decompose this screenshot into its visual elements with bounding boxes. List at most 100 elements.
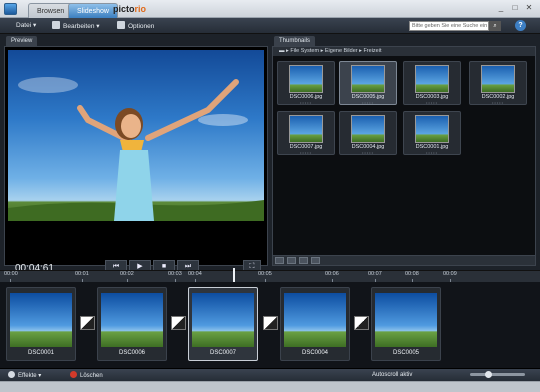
rating-dots: •••••	[425, 100, 438, 105]
tick-label: 00:06	[325, 271, 339, 277]
tick-label: 00:08	[405, 271, 419, 277]
pencil-icon	[52, 21, 60, 29]
thumbnail-item[interactable]: DSC0002.jpg •••••	[469, 61, 527, 105]
clip-label: DSC0001	[27, 350, 54, 356]
rating-dots: •••••	[491, 100, 504, 105]
clip-image	[192, 293, 254, 347]
brand-name: picto	[113, 4, 135, 14]
delete-icon	[70, 371, 77, 378]
effekte-label: Effekte	[18, 373, 37, 379]
breadcrumb-item[interactable]: Freizeit	[363, 48, 381, 54]
thumbnail-item[interactable]: DSC0004.jpg •••••	[339, 111, 397, 155]
status-bar	[0, 381, 540, 392]
tick-label: 00:09	[443, 271, 457, 277]
loeschen-label: Löschen	[80, 373, 103, 379]
rating-dots: •••••	[361, 150, 374, 155]
title-bar: Browsen Slideshow pictorio _ □ ✕	[0, 0, 540, 18]
app-icon	[4, 3, 17, 15]
close-icon[interactable]: ✕	[524, 3, 534, 13]
thumbnail-item[interactable]: DSC0001.jpg •••••	[403, 111, 461, 155]
autoscroll-toggle[interactable]: Autoscroll aktiv	[372, 371, 412, 380]
bottom-bar: Effekte ▾ Löschen Autoscroll aktiv	[0, 368, 540, 381]
transition-icon[interactable]	[171, 316, 186, 330]
effects-icon	[8, 371, 15, 378]
menu-optionen[interactable]: Optionen	[117, 21, 154, 32]
timeline-clip[interactable]: DSC0001	[6, 287, 76, 361]
tick-label: 00:07	[368, 271, 382, 277]
brand-logo: pictorio	[113, 4, 146, 14]
tick-label: 00:00	[4, 271, 18, 277]
rating-dots: •••••	[299, 150, 312, 155]
thumbnails-tab[interactable]: Thumbnails	[274, 36, 316, 46]
view-list-icon[interactable]	[287, 257, 296, 264]
settings-icon	[117, 21, 125, 29]
clip-label: DSC0004	[301, 350, 328, 356]
loeschen-button[interactable]: Löschen	[70, 371, 103, 381]
tick-label: 00:01	[75, 271, 89, 277]
tick-label: 00:04	[188, 271, 202, 277]
thumbnail-item[interactable]: DSC0006.jpg •••••	[277, 61, 335, 105]
rating-dots: •••••	[299, 100, 312, 105]
clip-image	[101, 293, 163, 347]
tick-label: 00:02	[120, 271, 134, 277]
timeline-clip[interactable]: DSC0005	[371, 287, 441, 361]
search-input[interactable]: Bitte geben Sie eine Suche ein	[409, 21, 489, 31]
thumbnail-image	[481, 65, 515, 93]
thumbnail-image	[351, 115, 385, 143]
timeline-clip[interactable]: DSC0006	[97, 287, 167, 361]
view-large-icon[interactable]	[311, 257, 320, 264]
menu-datei[interactable]: Datei ▾	[16, 21, 36, 31]
rating-dots: •••••	[425, 150, 438, 155]
brand-suffix: rio	[134, 4, 147, 14]
preview-panel: 00:04:61 ⏮ ▶ ■ ⏭ ⛶	[4, 46, 268, 274]
tab-slideshow[interactable]: Slideshow	[68, 3, 118, 18]
view-grid-icon[interactable]	[275, 257, 284, 264]
timeline-ruler[interactable]: 00:00 00:01 00:02 00:03 00:04 00:05 00:0…	[0, 270, 540, 283]
clip-image	[284, 293, 346, 347]
tick-label: 00:05	[258, 271, 272, 277]
timeline-strip: DSC0001 DSC0006 DSC0007 DSC0004 DSC0005	[0, 282, 540, 368]
thumbnail-item[interactable]: DSC0007.jpg •••••	[277, 111, 335, 155]
view-detail-icon[interactable]	[299, 257, 308, 264]
thumbnail-view-bar	[272, 256, 536, 266]
woman-photo-graphic	[8, 77, 264, 221]
search-icon[interactable]: ⌕	[489, 21, 501, 31]
timeline-clip-selected[interactable]: DSC0007	[188, 287, 258, 361]
transition-icon[interactable]	[354, 316, 369, 330]
preview-image	[8, 50, 264, 221]
breadcrumb: ▬ ▸ File System ▸ Eigene Bilder ▸ Freize…	[273, 47, 535, 56]
menu-optionen-label: Optionen	[128, 23, 155, 30]
thumbnail-image	[289, 65, 323, 93]
clip-label: DSC0007	[209, 350, 236, 356]
clip-image	[375, 293, 437, 347]
zoom-slider[interactable]	[470, 373, 525, 376]
clip-label: DSC0006	[118, 350, 145, 356]
preview-tab[interactable]: Preview	[6, 36, 38, 46]
breadcrumb-item[interactable]: Eigene Bilder	[325, 48, 358, 54]
thumbnail-image	[415, 115, 449, 143]
zoom-slider-handle[interactable]	[485, 371, 492, 378]
timeline-clip[interactable]: DSC0004	[280, 287, 350, 361]
thumbnail-image	[351, 65, 385, 93]
help-icon[interactable]: ?	[515, 20, 526, 31]
rating-dots: •••••	[361, 100, 374, 105]
clip-image	[10, 293, 72, 347]
thumbnails-panel: ▬ ▸ File System ▸ Eigene Bilder ▸ Freize…	[272, 46, 536, 256]
minimize-icon[interactable]: _	[496, 3, 506, 13]
thumbnail-item[interactable]: DSC0005.jpg •••••	[339, 61, 397, 105]
effekte-button[interactable]: Effekte ▾	[8, 371, 41, 381]
menu-bearbeiten-label: Bearbeiten	[63, 23, 95, 30]
drive-icon: ▬	[279, 48, 285, 54]
clip-label: DSC0005	[392, 350, 419, 356]
toolbar: Datei ▾ Bearbeiten ▾ Optionen Bitte gebe…	[0, 18, 540, 34]
tab-browsen[interactable]: Browsen	[28, 3, 74, 18]
transition-icon[interactable]	[80, 316, 95, 330]
transition-icon[interactable]	[263, 316, 278, 330]
menu-bearbeiten[interactable]: Bearbeiten ▾	[52, 21, 100, 32]
maximize-icon[interactable]: □	[510, 3, 520, 13]
thumbnail-image	[289, 115, 323, 143]
main-area: Preview 00:04:61 ⏮ ▶ ■ ⏭ ⛶ Thumbnails ▬ …	[0, 34, 540, 274]
breadcrumb-item[interactable]: File System	[290, 48, 319, 54]
thumbnail-image	[415, 65, 449, 93]
thumbnail-item[interactable]: DSC0003.jpg •••••	[403, 61, 461, 105]
